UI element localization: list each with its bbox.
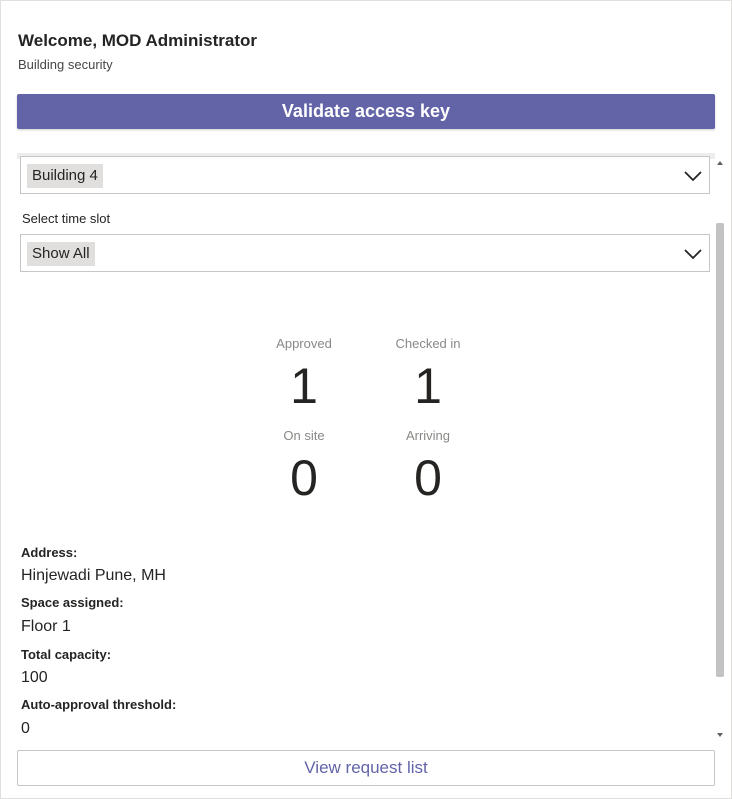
time-slot-dropdown[interactable]: Show All bbox=[20, 234, 710, 272]
auto-approval-threshold-value: 0 bbox=[21, 720, 30, 737]
building-dropdown-value: Building 4 bbox=[27, 164, 103, 188]
validate-access-key-button[interactable]: Validate access key bbox=[17, 94, 715, 129]
time-slot-dropdown-value: Show All bbox=[27, 242, 95, 266]
vertical-scrollbar[interactable] bbox=[714, 155, 726, 743]
arriving-label: Arriving bbox=[405, 428, 451, 443]
chevron-down-icon bbox=[684, 249, 702, 260]
welcome-title: Welcome, MOD Administrator bbox=[18, 31, 257, 50]
scroll-up-arrow-icon[interactable] bbox=[716, 159, 724, 167]
space-assigned-value: Floor 1 bbox=[21, 618, 71, 635]
checked-in-label: Checked in bbox=[395, 336, 461, 351]
scroll-content[interactable]: Building 4 Select time slot Show All App… bbox=[17, 153, 727, 743]
time-slot-label: Select time slot bbox=[22, 211, 111, 226]
arriving-count: 0 bbox=[414, 450, 442, 506]
on-site-label: On site bbox=[283, 428, 325, 443]
address-label: Address: bbox=[21, 545, 78, 560]
on-site-count: 0 bbox=[290, 450, 318, 506]
building-dropdown[interactable]: Building 4 bbox=[20, 156, 710, 194]
building-security-card: Welcome, MOD Administrator Building secu… bbox=[0, 0, 732, 799]
page-subtitle: Building security bbox=[18, 57, 113, 72]
total-capacity-label: Total capacity: bbox=[21, 647, 112, 662]
space-assigned-label: Space assigned: bbox=[21, 595, 124, 610]
address-value: Hinjewadi Pune, MH bbox=[21, 567, 166, 584]
total-capacity-value: 100 bbox=[21, 669, 48, 686]
scroll-down-arrow-icon[interactable] bbox=[716, 731, 724, 739]
approved-count: 1 bbox=[290, 358, 318, 414]
scrollbar-thumb[interactable] bbox=[716, 223, 724, 677]
approved-label: Approved bbox=[276, 336, 332, 351]
view-request-list-button[interactable]: View request list bbox=[17, 750, 715, 786]
chevron-down-icon bbox=[684, 171, 702, 182]
auto-approval-threshold-label: Auto-approval threshold: bbox=[21, 697, 177, 712]
checked-in-count: 1 bbox=[414, 358, 442, 414]
